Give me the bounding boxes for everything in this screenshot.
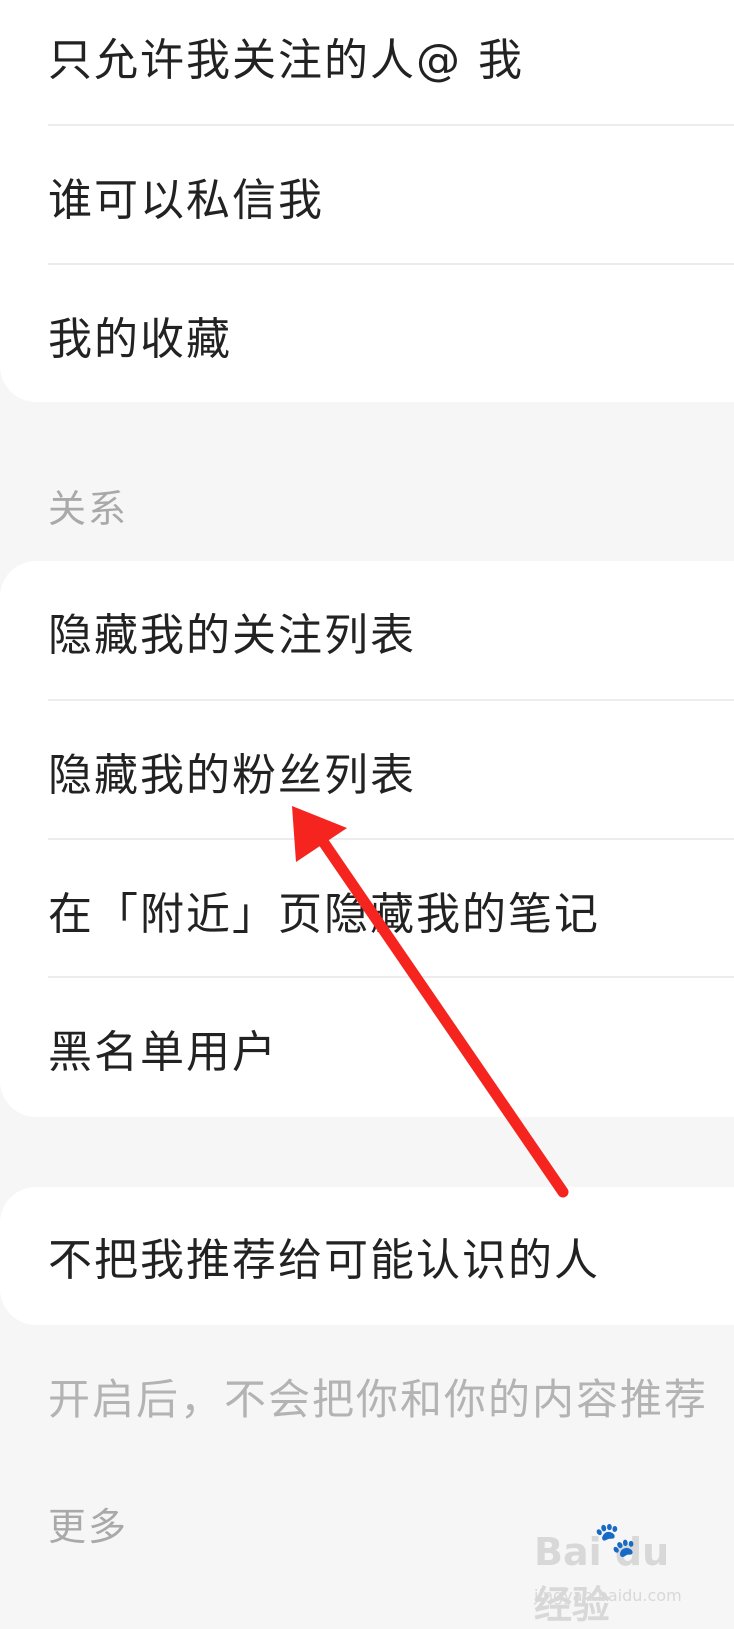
row-label: 在「附近」页隐藏我的笔记 [48, 889, 600, 940]
watermark-url: jingyan.baidu.com [534, 1586, 682, 1605]
settings-row-hide-following-list[interactable]: 隐藏我的关注列表 [48, 561, 734, 701]
row-label: 不把我推荐给可能认识的人 [48, 1235, 600, 1286]
settings-row-who-can-message[interactable]: 谁可以私信我 [48, 126, 734, 266]
section-label-relations: 关系 [48, 487, 129, 531]
row-label: 隐藏我的粉丝列表 [48, 750, 416, 801]
settings-row-my-collections[interactable]: 我的收藏 [48, 265, 734, 405]
settings-row-hide-notes-nearby[interactable]: 在「附近」页隐藏我的笔记 [48, 840, 734, 980]
settings-row-do-not-recommend[interactable]: 不把我推荐给可能认识的人 [48, 1187, 734, 1325]
section-label-more: 更多 [48, 1505, 129, 1549]
row-label: 我的收藏 [48, 314, 232, 365]
paw-icon: 🐾 [594, 1520, 637, 1560]
row-label: 谁可以私信我 [48, 175, 324, 226]
settings-row-blacklist[interactable]: 黑名单用户 [48, 978, 734, 1118]
recommend-note-text: 开启后，不会把你和你的内容推荐 [48, 1375, 709, 1424]
row-label: 只允许我关注的人@ 我 [48, 35, 524, 86]
settings-row-mention-only-following[interactable]: 只允许我关注的人@ 我 [48, 0, 734, 126]
row-label: 黑名单用户 [48, 1027, 278, 1078]
settings-row-hide-fans-list[interactable]: 隐藏我的粉丝列表 [48, 701, 734, 841]
row-label: 隐藏我的关注列表 [48, 610, 416, 661]
baidu-jingyan-watermark: Bai du 经验 🐾 jingyan.baidu.com [534, 1520, 694, 1627]
